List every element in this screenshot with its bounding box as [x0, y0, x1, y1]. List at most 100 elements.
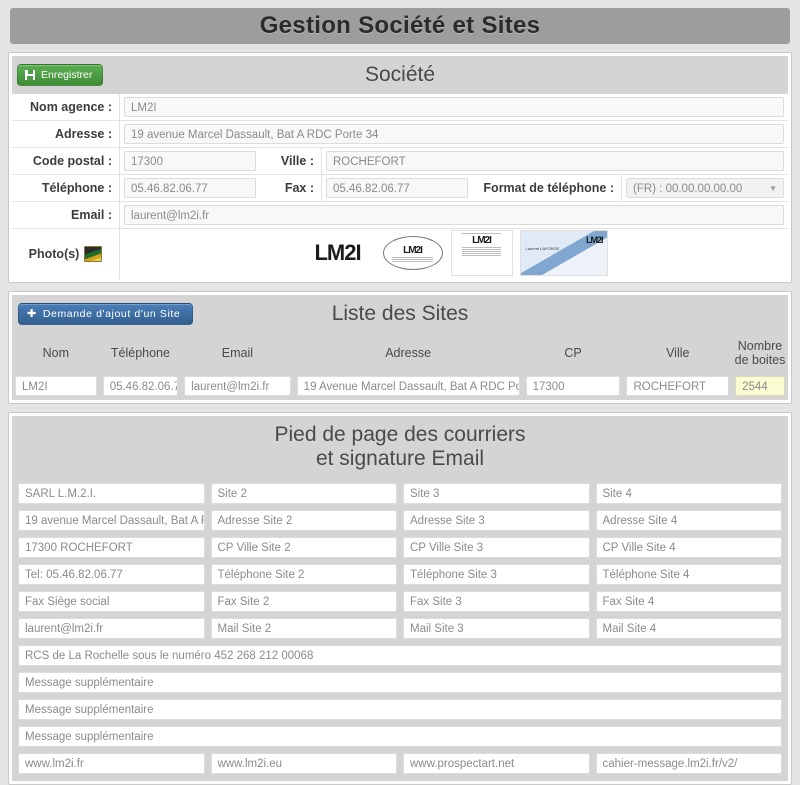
footer-cell: Mail Site 3: [400, 618, 593, 639]
footer-cell: Message supplémentaire: [15, 699, 785, 720]
sites-heading: Liste des Sites: [331, 302, 469, 326]
fax-input[interactable]: 05.46.82.06.77: [326, 178, 468, 198]
logo-oval-line-3: [392, 260, 433, 262]
logo-lm2i-flyer-text: LM2I: [472, 235, 492, 246]
code-postal-input[interactable]: 17300: [124, 151, 256, 171]
cell-ville: ROCHEFORT: [623, 376, 732, 396]
logo-lm2i-flyer[interactable]: LM2I: [450, 230, 513, 276]
format-telephone-label: Format de téléphone :: [472, 175, 622, 201]
footer-row-fax: Fax Siège social Fax Site 2 Fax Site 3 F…: [12, 588, 788, 615]
code-postal-label: Code postal :: [12, 148, 120, 174]
company-logos: LM2I LM2I LM2I LM2I Laurent LAFORGE: [120, 229, 788, 277]
footer-input-2-3[interactable]: Adresse Site 3: [403, 510, 590, 531]
row-email: Email : laurent@lm2i.fr: [12, 202, 788, 229]
footer-input-6-1[interactable]: laurent@lm2i.fr: [18, 618, 205, 639]
footer-input-6-4[interactable]: Mail Site 4: [595, 618, 782, 639]
footer-input-1-3[interactable]: Site 3: [403, 483, 590, 504]
ville-input[interactable]: ROCHEFORT: [326, 151, 784, 171]
adresse-input[interactable]: 19 avenue Marcel Dassault, Bat A RDC Por…: [124, 124, 784, 144]
nom-agence-cell: LM2I: [120, 94, 788, 120]
company-form: Nom agence : LM2I Adresse : 19 avenue Ma…: [12, 94, 788, 279]
footer-input-2-2[interactable]: Adresse Site 2: [210, 510, 397, 531]
footer-cell: Site 4: [593, 483, 786, 504]
save-button[interactable]: Enregistrer: [17, 64, 104, 86]
footer-cell: Fax Site 2: [208, 591, 401, 612]
add-site-button[interactable]: ✚ Demande d'ajout d'un Site: [18, 303, 194, 325]
footer-input-5-2[interactable]: Fax Site 2: [210, 591, 397, 612]
business-card-face: LM2I Laurent LAFORGE: [520, 231, 607, 275]
footer-input-3-4[interactable]: CP Ville Site 4: [595, 537, 782, 558]
nom-agence-label: Nom agence :: [12, 94, 120, 120]
footer-input-message-3[interactable]: Message supplémentaire: [18, 726, 782, 747]
footer-cell: Téléphone Site 2: [208, 564, 401, 585]
site-cp-input[interactable]: 17300: [525, 376, 621, 396]
footer-input-1-4[interactable]: Site 4: [595, 483, 782, 504]
cell-telephone: 05.46.82.06.7: [100, 376, 181, 396]
footer-input-message-1[interactable]: Message supplémentaire: [18, 672, 782, 693]
business-card-person: Laurent LAFORGE: [525, 246, 560, 251]
footer-cell: laurent@lm2i.fr: [15, 618, 208, 639]
telephone-label: Téléphone :: [12, 175, 120, 201]
cell-email: laurent@lm2i.fr: [181, 376, 294, 396]
footer-cell: Fax Siège social: [15, 591, 208, 612]
footer-input-rcs[interactable]: RCS de La Rochelle sous le numéro 452 26…: [18, 645, 782, 666]
company-panel-header: Enregistrer Société: [12, 56, 788, 94]
logo-oval-line-1: [392, 256, 433, 258]
logo-flyer-inner: LM2I: [452, 231, 512, 275]
footer-input-2-4[interactable]: Adresse Site 4: [595, 510, 782, 531]
site-adresse-input[interactable]: 19 Avenue Marcel Dassault, Bat A RDC Por…: [296, 376, 520, 396]
site-nom-input[interactable]: LM2I: [15, 376, 97, 396]
footer-cell: Site 2: [208, 483, 401, 504]
footer-cell: Fax Site 3: [400, 591, 593, 612]
column-header-nom: Nom: [42, 346, 70, 360]
telephone-input[interactable]: 05.46.82.06.77: [124, 178, 256, 198]
format-telephone-select[interactable]: (FR) : 00.00.00.00.00 ▼: [626, 178, 784, 198]
flyer-line-4: [461, 253, 502, 254]
site-nombre-boites-value: 2544: [735, 376, 785, 396]
telephone-cell: 05.46.82.06.77: [120, 175, 260, 201]
footer-input-6-2[interactable]: Mail Site 2: [210, 618, 397, 639]
logo-lm2i-oval-text: LM2I: [403, 244, 423, 256]
column-header-adresse: Adresse: [385, 346, 432, 360]
adresse-cell: 19 avenue Marcel Dassault, Bat A RDC Por…: [120, 121, 788, 147]
footer-input-4-2[interactable]: Téléphone Site 2: [210, 564, 397, 585]
cell-nombre-de-boites: 2544: [732, 376, 788, 396]
flyer-line-top: [461, 233, 502, 234]
format-telephone-cell: (FR) : 00.00.00.00.00 ▼: [622, 175, 788, 201]
footer-cell: Message supplémentaire: [15, 726, 785, 747]
footer-input-message-2[interactable]: Message supplémentaire: [18, 699, 782, 720]
footer-input-2-1[interactable]: 19 avenue Marcel Dassault, Bat A RDC P: [18, 510, 205, 531]
save-button-label: Enregistrer: [41, 69, 93, 81]
email-label: Email :: [12, 202, 120, 228]
footer-row-mail: laurent@lm2i.fr Mail Site 2 Mail Site 3 …: [12, 615, 788, 642]
logo-lm2i-business-card[interactable]: LM2I Laurent LAFORGE: [519, 230, 608, 276]
footer-input-3-2[interactable]: CP Ville Site 2: [210, 537, 397, 558]
footer-input-3-3[interactable]: CP Ville Site 3: [403, 537, 590, 558]
picture-icon[interactable]: [84, 246, 103, 262]
photos-label-cell: Photo(s): [12, 229, 120, 279]
logo-lm2i-oval-stamp[interactable]: LM2I: [381, 235, 444, 271]
footer-input-6-3[interactable]: Mail Site 3: [403, 618, 590, 639]
site-telephone-input[interactable]: 05.46.82.06.7: [102, 376, 179, 396]
footer-row-message-2: Message supplémentaire: [12, 696, 788, 723]
footer-cell: Tel: 05.46.82.06.77: [15, 564, 208, 585]
footer-input-4-3[interactable]: Téléphone Site 3: [403, 564, 590, 585]
nom-agence-input[interactable]: LM2I: [124, 97, 784, 117]
page-title-text: Gestion Société et Sites: [259, 12, 541, 39]
footer-input-1-1[interactable]: SARL L.M.2.I.: [18, 483, 205, 504]
footer-row-message-1: Message supplémentaire: [12, 669, 788, 696]
footer-input-5-4[interactable]: Fax Site 4: [595, 591, 782, 612]
footer-input-3-1[interactable]: 17300 ROCHEFORT: [18, 537, 205, 558]
email-input[interactable]: laurent@lm2i.fr: [124, 205, 784, 225]
footer-input-5-1[interactable]: Fax Siège social: [18, 591, 205, 612]
footer-input-4-1[interactable]: Tel: 05.46.82.06.77: [18, 564, 205, 585]
footer-cell: Téléphone Site 3: [400, 564, 593, 585]
footer-input-1-2[interactable]: Site 2: [210, 483, 397, 504]
footer-input-4-4[interactable]: Téléphone Site 4: [595, 564, 782, 585]
company-panel: Enregistrer Société Nom agence : LM2I Ad…: [8, 52, 792, 283]
site-ville-input[interactable]: ROCHEFORT: [626, 376, 730, 396]
footer-cell: 17300 ROCHEFORT: [15, 537, 208, 558]
footer-input-5-3[interactable]: Fax Site 3: [403, 591, 590, 612]
logo-lm2i-wordmark[interactable]: LM2I: [300, 239, 375, 267]
site-email-input[interactable]: laurent@lm2i.fr: [184, 376, 291, 396]
